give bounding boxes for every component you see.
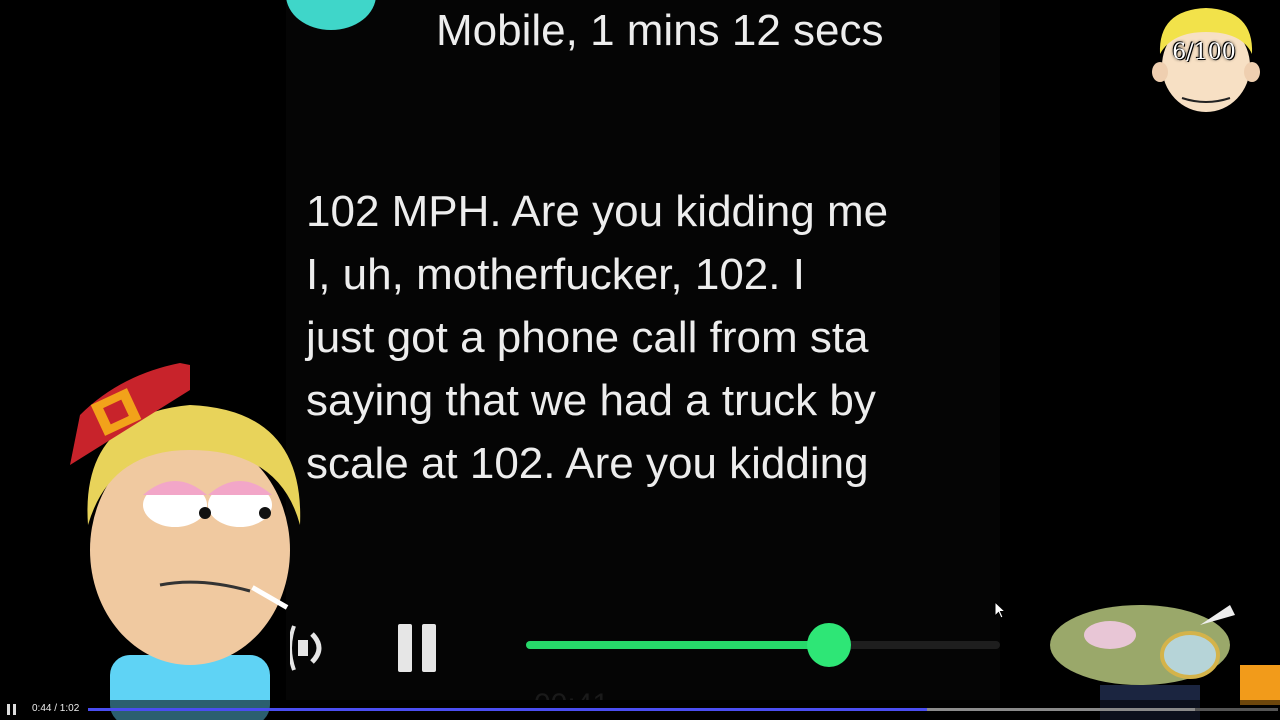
transcript-line: scale at 102. Are you kidding bbox=[306, 439, 869, 488]
teal-blob bbox=[286, 0, 376, 30]
mouse-pointer-icon bbox=[994, 601, 1006, 619]
audio-seek-knob[interactable] bbox=[807, 623, 852, 667]
time-display: 0:44 / 1:02 bbox=[32, 703, 80, 714]
audio-seek-fill bbox=[526, 641, 830, 649]
transcript: 102 MPH. Are you kidding me I, uh, mothe… bbox=[306, 180, 888, 495]
transcript-line: saying that we had a truck by bbox=[306, 376, 876, 425]
cartoon-pilgrim-character bbox=[70, 363, 301, 720]
video-stage[interactable]: Mobile, 1 mins 12 secs 102 MPH. Are you … bbox=[0, 0, 1280, 720]
transcript-line: just got a phone call from sta bbox=[306, 313, 869, 362]
counter-badge-text: 6/100 bbox=[1172, 40, 1236, 65]
audio-elapsed-time: 00:41 bbox=[534, 688, 609, 700]
audio-seek-slider[interactable] bbox=[526, 623, 1000, 667]
counter-badge: 6/100 bbox=[1150, 2, 1262, 114]
video-played-fill bbox=[88, 708, 927, 711]
video-progress-bar[interactable] bbox=[88, 708, 1278, 711]
pause-icon[interactable] bbox=[396, 624, 440, 672]
transcript-line: 102 MPH. Are you kidding me bbox=[306, 187, 889, 236]
play-pause-button[interactable] bbox=[6, 704, 18, 716]
video-frame: Mobile, 1 mins 12 secs 102 MPH. Are you … bbox=[286, 0, 1000, 700]
call-header-text: Mobile, 1 mins 12 secs bbox=[436, 6, 884, 55]
transcript-line: I, uh, motherfucker, 102. I bbox=[306, 250, 805, 299]
